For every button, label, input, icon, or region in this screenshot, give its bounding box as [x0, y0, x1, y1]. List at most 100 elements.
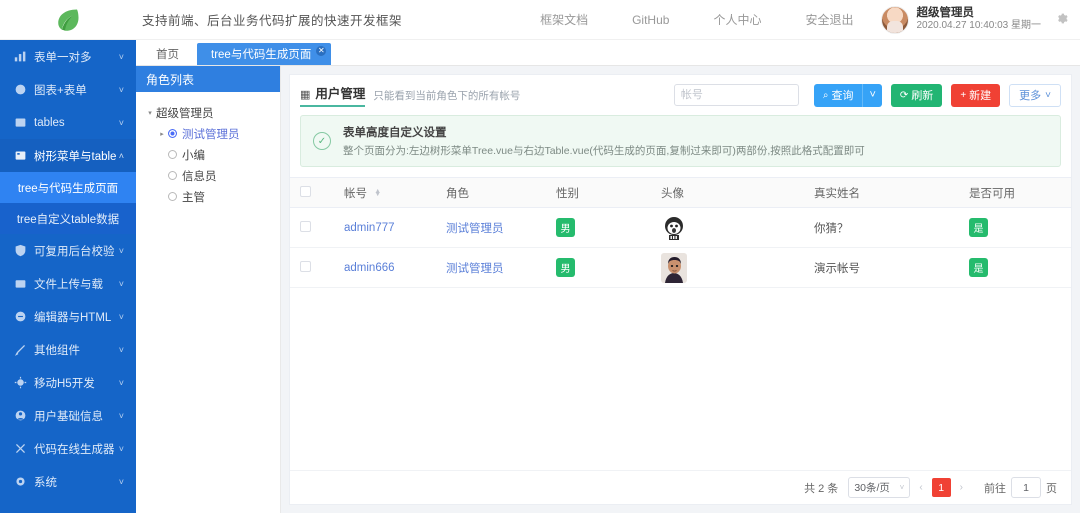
refresh-button[interactable]: ⟳ 刷新 — [890, 83, 943, 107]
user-block[interactable]: 超级管理员 2020.04.27 10:40:03 星期一 — [881, 5, 1041, 34]
sidebar-item-code-generator[interactable]: 代码在线生成器 ˅ — [0, 432, 136, 465]
tab-home[interactable]: 首页 — [142, 43, 193, 65]
sidebar-subitem-tree-custom-table[interactable]: tree自定义table数据 — [0, 203, 136, 234]
sidebar-item-label: 其他组件 — [34, 344, 80, 357]
sidebar-item-label: 编辑器与HTML — [34, 311, 112, 324]
tree-node-root[interactable]: ▾ 超级管理员 — [144, 102, 280, 123]
prev-page-button[interactable]: ‹ — [910, 482, 931, 493]
tree-node-label: 信息员 — [182, 170, 217, 183]
sidebar-item-chart-form[interactable]: 图表+表单 ˅ — [0, 73, 136, 106]
alert-text: 表单高度自定义设置 整个页面分为:左边树形菜单Tree.vue与右边Table.… — [343, 124, 865, 158]
cell-role[interactable]: 测试管理员 — [436, 207, 546, 248]
checkbox-icon[interactable] — [300, 260, 311, 272]
chevron-down-icon: ˅ — [118, 84, 124, 95]
chevron-down-icon: ˅ — [118, 311, 124, 322]
cell-account[interactable]: admin666 — [334, 247, 436, 288]
cog-icon — [14, 475, 27, 488]
checkbox-icon[interactable] — [300, 220, 311, 232]
query-split-button[interactable]: ⌕ 查询 ˅ — [813, 83, 882, 107]
sidebar-item-reusable-validation[interactable]: 可复用后台校验 ˅ — [0, 234, 136, 267]
radio-icon[interactable] — [168, 192, 177, 201]
next-page-button[interactable]: › — [951, 482, 972, 493]
table-header-row: 帐号 ▲ ▼ 角色 性别 头像 真实姓名 是否可用 — [290, 177, 1071, 208]
table-icon — [14, 116, 27, 129]
radio-icon[interactable] — [168, 129, 177, 138]
refresh-button-label: 刷新 — [911, 90, 934, 102]
tree-node-label: 主管 — [182, 191, 205, 204]
main-area: 首页 tree与代码生成页面 ✕ 角色列表 ▾ 超级管理员 ▸ 测试管理员 小编… — [136, 40, 1080, 513]
cell-account[interactable]: admin777 — [334, 207, 436, 248]
query-dropdown-toggle[interactable]: ˅ — [862, 83, 882, 107]
page-size-select[interactable]: 30条/页 ˅ — [848, 477, 911, 498]
select-all-header[interactable] — [290, 177, 334, 208]
page-number-1[interactable]: 1 — [931, 478, 951, 497]
chevron-down-icon: ˅ — [118, 344, 124, 355]
chevron-right-icon[interactable]: ▸ — [156, 130, 168, 138]
tree-node-editor[interactable]: 小编 — [144, 144, 280, 165]
sidebar-item-label: 树形菜单与table — [34, 150, 117, 163]
tree-node-label: 小编 — [182, 149, 205, 162]
row-checkbox-cell[interactable] — [290, 207, 334, 248]
account-link[interactable]: admin666 — [344, 262, 395, 274]
cell-gender: 男 — [546, 247, 651, 288]
table-row[interactable]: admin666 测试管理员 男 演示帐号 是 — [290, 247, 1071, 288]
table-row[interactable]: admin777 测试管理员 男 你猜？ 是 — [290, 207, 1071, 248]
alert-title: 表单高度自定义设置 — [343, 127, 447, 139]
sidebar-item-system[interactable]: 系统 ˅ — [0, 465, 136, 498]
sidebar-subitem-tree-codegen-page[interactable]: tree与代码生成页面 — [0, 172, 136, 203]
role-link[interactable]: 测试管理员 — [446, 263, 504, 275]
sidebar: 表单一对多 ˅ 图表+表单 ˅ tables ˅ 树形菜单与table ˄ tr… — [0, 40, 136, 513]
close-icon[interactable]: ✕ — [316, 46, 327, 56]
gear-icon[interactable] — [1055, 12, 1068, 28]
chevron-down-icon: ˅ — [118, 377, 124, 388]
sidebar-item-other-components[interactable]: 其他组件 ˅ — [0, 333, 136, 366]
more-button[interactable]: 更多 ˅ — [1009, 83, 1061, 107]
avatar — [881, 5, 910, 34]
nav-link-docs[interactable]: 框架文档 — [518, 0, 610, 40]
nav-link-logout[interactable]: 安全退出 — [783, 0, 875, 40]
checkbox-icon[interactable] — [300, 185, 311, 197]
column-header-real-name: 真实姓名 — [804, 177, 959, 208]
chevron-down-icon: ˅ — [118, 410, 124, 421]
logo[interactable] — [0, 0, 136, 40]
nav-link-profile[interactable]: 个人中心 — [691, 0, 783, 40]
tree-node-info-officer[interactable]: 信息员 — [144, 165, 280, 186]
sidebar-item-user-basic-info[interactable]: 用户基础信息 ˅ — [0, 399, 136, 432]
radio-icon[interactable] — [168, 171, 177, 180]
radio-icon[interactable] — [168, 150, 177, 159]
account-link[interactable]: admin777 — [344, 222, 395, 234]
shield-check-icon — [14, 244, 27, 257]
tree-node-test-admin[interactable]: ▸ 测试管理员 — [144, 123, 280, 144]
chevron-down-icon[interactable]: ▾ — [144, 109, 156, 117]
row-checkbox-cell[interactable] — [290, 247, 334, 288]
sidebar-item-form-one-to-many[interactable]: 表单一对多 ˅ — [0, 40, 136, 73]
upload-icon — [14, 277, 27, 290]
role-tree-panel: 角色列表 ▾ 超级管理员 ▸ 测试管理员 小编 信息员 主管 — [136, 66, 281, 513]
sidebar-item-editor-html[interactable]: 编辑器与HTML ˅ — [0, 300, 136, 333]
tree-node-supervisor[interactable]: 主管 — [144, 186, 280, 207]
sidebar-item-mobile-h5[interactable]: 移动H5开发 ˅ — [0, 366, 136, 399]
cell-role[interactable]: 测试管理员 — [436, 247, 546, 288]
column-header-avatar: 头像 — [651, 177, 804, 208]
sort-icon[interactable]: ▲ ▼ — [374, 188, 381, 199]
search-input[interactable] — [673, 84, 799, 106]
tab-label: tree与代码生成页面 — [211, 49, 312, 61]
query-button[interactable]: ⌕ 查询 — [813, 83, 863, 107]
avatar-photo — [661, 252, 687, 283]
column-header-account[interactable]: 帐号 ▲ ▼ — [334, 177, 436, 208]
sidebar-item-file-upload[interactable]: 文件上传与载 ˅ — [0, 267, 136, 300]
tab-tree-codegen-page[interactable]: tree与代码生成页面 ✕ — [197, 43, 332, 65]
tree-node-label: 测试管理员 — [182, 128, 240, 141]
nav-link-github[interactable]: GitHub — [610, 0, 691, 40]
code-gen-icon — [14, 442, 27, 455]
chevron-down-icon: ˅ — [899, 483, 905, 492]
role-link[interactable]: 测试管理员 — [446, 223, 504, 235]
toolbar: ▦ 用户管理 只能看到当前角色下的所有帐号 ⌕ 查询 ˅ — [290, 75, 1071, 115]
goto-page-input[interactable] — [1011, 477, 1041, 498]
new-button[interactable]: + 新建 — [951, 83, 1001, 107]
sidebar-item-tables[interactable]: tables ˅ — [0, 106, 136, 139]
cell-avatar — [651, 207, 804, 248]
cell-gender: 男 — [546, 207, 651, 248]
sidebar-item-tree-menu-table[interactable]: 树形菜单与table ˄ — [0, 139, 136, 172]
cell-avatar — [651, 247, 804, 288]
